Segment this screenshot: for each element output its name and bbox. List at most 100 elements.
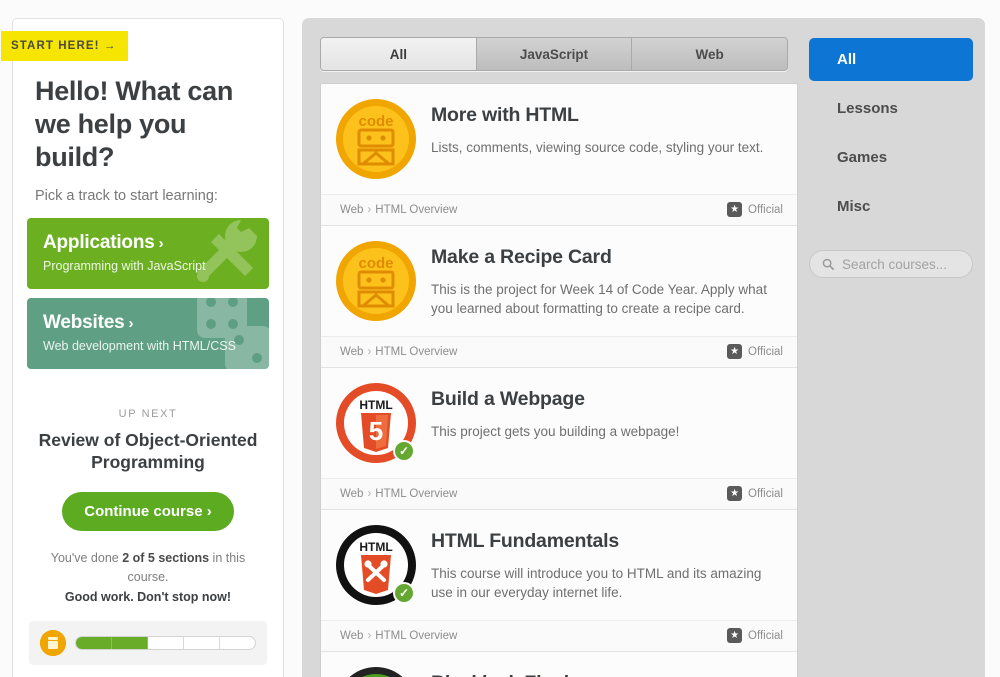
course-card[interactable]: code Make a Recipe Card This is the proj… (321, 226, 797, 368)
progress-bar (75, 635, 256, 650)
svg-text:code: code (358, 113, 393, 130)
progress-segment (76, 636, 112, 649)
course-info: HTML Fundamentals This course will intro… (431, 524, 781, 602)
course-footer: Web › HTML Overview ★ Official (321, 620, 797, 651)
track-description: Web development with HTML/CSS (43, 338, 236, 353)
course-description: This course will introduce you to HTML a… (431, 566, 762, 601)
course-card[interactable]: code More with HTML Lists, comments, vie… (321, 84, 797, 226)
course-badge: code (335, 240, 417, 322)
breadcrumb-separator: › (367, 345, 372, 358)
page-root: START HERE! → Hello! What can we help yo… (0, 0, 1000, 677)
continue-course-button[interactable]: Continue course › (62, 491, 234, 531)
completed-check-icon: ✓ (393, 582, 415, 604)
tab-javascript[interactable]: JavaScript (476, 38, 633, 70)
official-label: Official (748, 487, 783, 500)
search-input[interactable] (841, 256, 960, 272)
encouragement-text: Good work. Don't stop now! (64, 589, 232, 604)
left-sidebar: START HERE! → Hello! What can we help yo… (1, 18, 284, 677)
track-title: Websites › (43, 311, 134, 333)
up-next-course-title: Review of Object-Oriented Programming (38, 430, 258, 472)
sections-count: 2 of 5 sections (122, 550, 210, 565)
status-badge: ★ Official (727, 344, 783, 359)
status-badge: ★ Official (727, 486, 783, 501)
search-icon (822, 258, 834, 270)
code-robot-icon: code (336, 99, 416, 179)
nav-item-games[interactable]: Games (809, 136, 973, 179)
course-title: Build a Webpage (431, 388, 585, 410)
svg-text:5: 5 (369, 416, 383, 446)
chevron-right-icon: › (158, 234, 164, 252)
progress-segment (184, 636, 220, 649)
course-title: Blackjack Final (431, 672, 569, 677)
nav-item-lessons[interactable]: Lessons (809, 87, 973, 130)
badge-coin-icon (40, 629, 66, 656)
status-badge: ★ Official (727, 202, 783, 217)
course-footer: Web › HTML Overview ★ Official (321, 336, 797, 367)
course-badge (335, 666, 417, 677)
official-label: Official (748, 203, 783, 216)
official-label: Official (748, 629, 783, 642)
svg-text:HTML: HTML (359, 398, 392, 412)
course-badge: code (335, 98, 417, 180)
course-footer: Web › HTML Overview ★ Official (321, 194, 797, 225)
hero-subtitle: Pick a track to start learning: (35, 187, 218, 204)
breadcrumb-separator: › (367, 487, 372, 500)
course-description: Lists, comments, viewing source code, st… (431, 140, 764, 155)
catalog-panel: All JavaScript Web code More with HTML L… (302, 18, 985, 677)
course-description: This is the project for Week 14 of Code … (431, 282, 767, 317)
breadcrumb-root: Web (340, 203, 364, 216)
course-info: Make a Recipe Card This is the project f… (431, 240, 781, 318)
course-title: More with HTML (431, 104, 579, 126)
tab-all[interactable]: All (321, 38, 477, 70)
course-badge: HTML ✓ (335, 524, 417, 606)
star-icon: ★ (727, 344, 743, 359)
course-info: Blackjack Final (431, 666, 569, 677)
breadcrumb: Web › HTML Overview (340, 488, 457, 500)
breadcrumb-separator: › (367, 629, 372, 642)
progress-widget (29, 620, 267, 665)
course-card[interactable]: Blackjack Final (321, 652, 797, 677)
breadcrumb-leaf: HTML Overview (375, 629, 458, 642)
breadcrumb-leaf: HTML Overview (375, 487, 458, 500)
sections-prefix: You've done (50, 550, 123, 565)
course-title: HTML Fundamentals (431, 530, 620, 552)
svg-text:HTML: HTML (359, 540, 392, 554)
course-card[interactable]: HTML 5 ✓ Build a Webpage This project ge… (321, 368, 797, 510)
course-footer: Web › HTML Overview ★ Official (321, 478, 797, 509)
breadcrumb: Web › HTML Overview (340, 630, 457, 642)
progress-segment (148, 636, 184, 649)
search-box[interactable] (809, 250, 973, 278)
breadcrumb-separator: › (367, 203, 372, 216)
page-title: Hello! What can we help you build? (35, 76, 234, 172)
track-websites[interactable]: Websites › Web development with HTML/CSS (27, 297, 269, 369)
breadcrumb-root: Web (340, 345, 364, 358)
star-icon: ★ (727, 486, 743, 501)
sections-progress-text: You've done 2 of 5 sections in this cour… (29, 549, 267, 607)
up-next-label: UP NEXT (118, 408, 178, 420)
start-here-tag: START HERE! → (1, 31, 129, 61)
course-card[interactable]: HTML ✓ HTML Fundamentals This course wil… (321, 510, 797, 652)
course-title: Make a Recipe Card (431, 246, 612, 268)
tab-web[interactable]: Web (632, 38, 787, 70)
course-badge: HTML 5 ✓ (335, 382, 417, 464)
official-label: Official (748, 345, 783, 358)
nav-item-all[interactable]: All (809, 38, 973, 81)
course-description: This project gets you building a webpage… (431, 424, 680, 439)
breadcrumb-leaf: HTML Overview (375, 345, 458, 358)
track-title: Applications › (43, 231, 164, 253)
course-info: More with HTML Lists, comments, viewing … (431, 98, 763, 157)
track-list: Applications › Programming with JavaScrip… (27, 217, 269, 369)
course-list[interactable]: code More with HTML Lists, comments, vie… (320, 83, 798, 677)
star-icon: ★ (727, 202, 743, 217)
nav-item-misc[interactable]: Misc (809, 185, 973, 228)
welcome-card: START HERE! → Hello! What can we help yo… (1, 18, 284, 390)
completed-check-icon: ✓ (393, 440, 415, 462)
svg-text:code: code (358, 255, 393, 272)
progress-segment (112, 636, 148, 649)
breadcrumb-leaf: HTML Overview (375, 203, 458, 216)
category-nav: All Lessons Games Misc (809, 38, 973, 278)
track-applications[interactable]: Applications › Programming with JavaScrip… (27, 217, 269, 289)
filter-tabs: All JavaScript Web (320, 37, 788, 71)
breadcrumb-root: Web (340, 629, 364, 642)
star-icon: ★ (727, 628, 743, 643)
